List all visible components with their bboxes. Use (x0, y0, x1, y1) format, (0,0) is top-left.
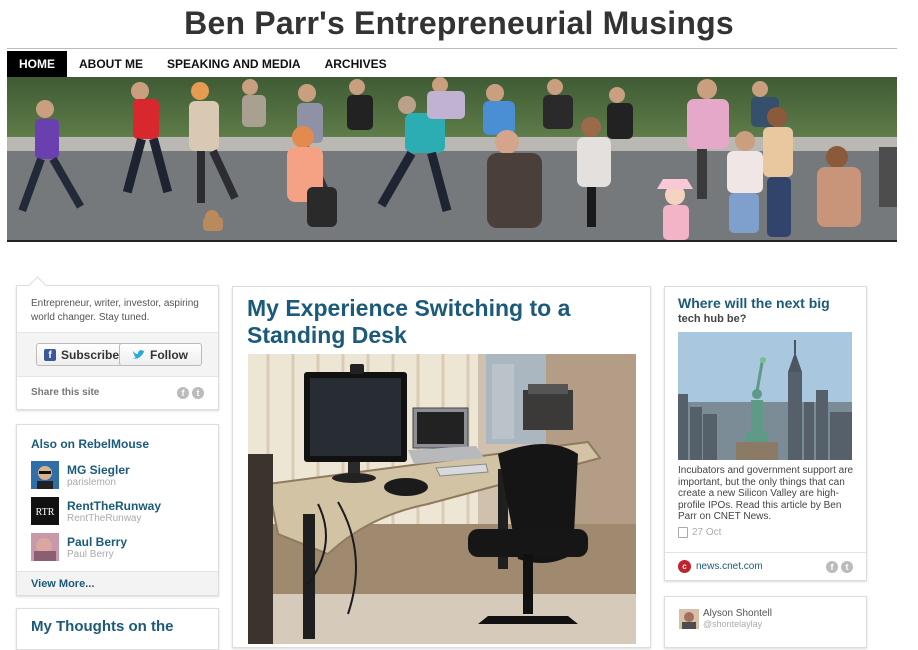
user-name: MG Siegler (67, 462, 130, 477)
user-list: MG Siegler parislemon RTR RentTheRunway Re… (17, 457, 218, 565)
main-nav: HOME ABOUT ME SPEAKING AND MEDIA ARCHIVE… (7, 51, 897, 77)
side-story-body: Incubators and government support are im… (678, 465, 854, 522)
source-link[interactable]: news.cnet.com (696, 561, 763, 572)
profile-bio: Entrepreneur, writer, investor, aspiring… (31, 298, 199, 323)
share-twitter-icon[interactable]: t (841, 560, 853, 573)
header-banner-photo (7, 77, 897, 242)
share-facebook-icon[interactable]: f (826, 560, 838, 573)
view-more-link[interactable]: View More... (31, 578, 94, 590)
statue-of-liberty-photo (678, 332, 852, 460)
share-row: Share this site f t (17, 376, 218, 409)
view-more-footer: View More... (17, 571, 218, 595)
main-post-card: My Experience Switching to a Standing De… (232, 286, 651, 648)
shared-by-handle: @shontelaylay (703, 619, 763, 629)
side-story-title[interactable]: Where will the next big (678, 295, 830, 311)
list-item-user[interactable]: Paul Berry Paul Berry (17, 529, 218, 565)
side-story-meta: 27 Oct (678, 527, 721, 538)
also-on-card: Also on RebelMouse MG Siegler parislemon … (16, 424, 219, 596)
profile-actions: f Subscribe Follow (17, 332, 218, 377)
avatar: RTR (31, 497, 59, 525)
standing-desk-photo (248, 354, 636, 644)
comment-icon (678, 527, 688, 538)
avatar (31, 533, 59, 561)
facebook-icon: f (44, 348, 56, 361)
nav-about-me[interactable]: ABOUT ME (67, 51, 155, 77)
post-image[interactable] (248, 354, 636, 644)
also-on-title: Also on RebelMouse (31, 437, 150, 451)
side-story-footer: c news.cnet.com f t (665, 552, 866, 580)
user-handle: Paul Berry (67, 548, 114, 560)
follow-button[interactable]: Follow (119, 343, 202, 366)
user-name: Paul Berry (67, 534, 128, 549)
site-title[interactable]: Ben Parr's Entrepreneurial Musings (0, 0, 918, 48)
share-label: Share this site (31, 387, 100, 398)
subscribe-label: Subscribe (61, 347, 120, 362)
source-row: c news.cnet.com (678, 560, 763, 573)
svg-text:RTR: RTR (36, 507, 55, 518)
avatar (679, 609, 699, 629)
list-item-user[interactable]: RTR RentTheRunway RentTheRunway (17, 493, 218, 529)
profile-card: Entrepreneur, writer, investor, aspiring… (16, 276, 219, 410)
twitter-icon (133, 349, 145, 359)
follow-label: Follow (150, 347, 188, 362)
nav-home[interactable]: HOME (7, 51, 67, 77)
next-post-title[interactable]: My Thoughts on the (31, 618, 173, 635)
post-title[interactable]: My Experience Switching to a Standing De… (247, 295, 627, 349)
list-item-user[interactable]: MG Siegler parislemon (17, 457, 218, 493)
next-post-card: My Thoughts on the (16, 608, 219, 650)
profile-card-tip (28, 276, 47, 295)
side-story-card: Where will the next big tech hub be? Inc… (664, 286, 867, 581)
title-divider (7, 48, 897, 49)
shared-by-card: Alyson Shontell @shontelaylay (664, 596, 867, 648)
side-story-date: 27 Oct (692, 527, 722, 538)
side-story-subtitle: tech hub be? (678, 313, 747, 325)
share-icons: f t (177, 386, 204, 399)
user-handle: RentTheRunway (67, 512, 142, 524)
banner-illustration (7, 77, 897, 240)
side-share-icons: f t (826, 560, 853, 573)
shared-by-name[interactable]: Alyson Shontell (703, 608, 772, 619)
share-facebook-icon[interactable]: f (177, 386, 189, 399)
share-twitter-icon[interactable]: t (192, 386, 204, 399)
subscribe-button[interactable]: f Subscribe (36, 343, 128, 366)
cnet-logo-icon: c (678, 560, 691, 573)
avatar (31, 461, 59, 489)
nav-archives[interactable]: ARCHIVES (313, 51, 399, 77)
user-handle: parislemon (67, 476, 116, 488)
side-story-image[interactable] (678, 332, 852, 460)
nav-speaking-and-media[interactable]: SPEAKING AND MEDIA (155, 51, 313, 77)
user-name: RentTheRunway (67, 498, 162, 513)
